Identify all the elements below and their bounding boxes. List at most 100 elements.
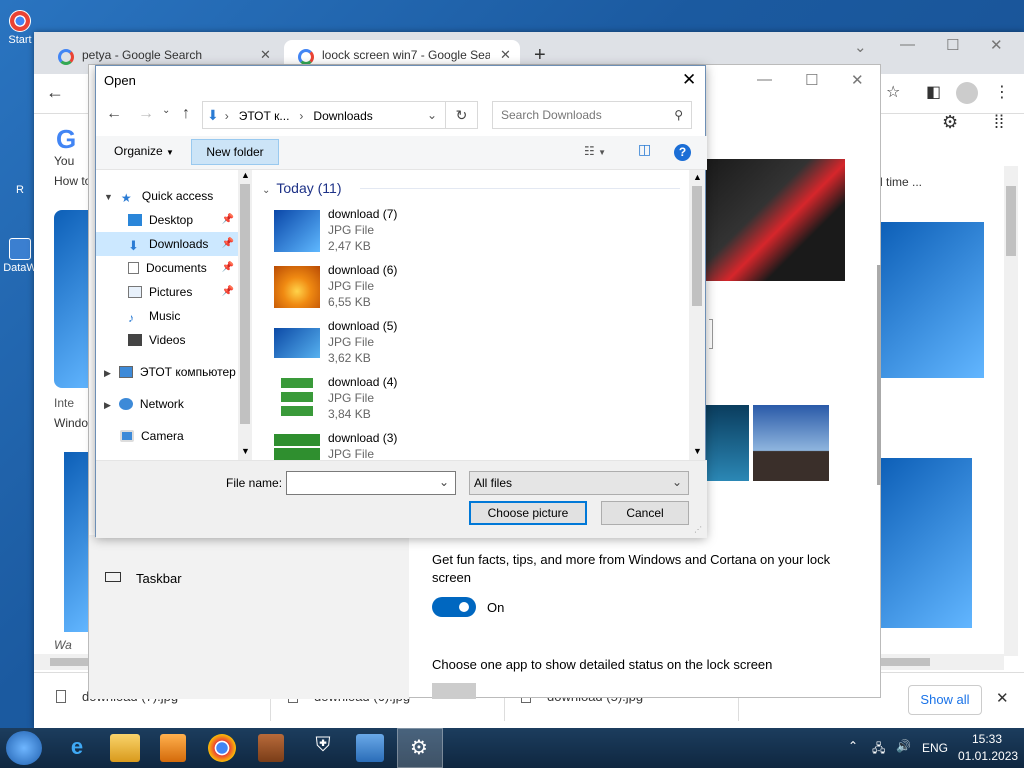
- profile-icon[interactable]: [956, 82, 978, 104]
- chevron-down-icon[interactable]: ⌄: [162, 105, 170, 116]
- menu-icon[interactable]: ⋮: [994, 82, 1010, 102]
- volume-icon[interactable]: 🔊: [896, 739, 911, 753]
- app-icon[interactable]: [258, 734, 284, 762]
- close-downloads-icon[interactable]: ✕: [996, 689, 1009, 707]
- background-thumb[interactable]: [753, 405, 829, 481]
- clock-time[interactable]: 15:33: [972, 732, 1002, 746]
- clock-date[interactable]: 01.01.2023: [958, 749, 1018, 763]
- file-item[interactable]: download (4) JPG File 3,84 KB: [274, 374, 574, 430]
- result-image[interactable]: [880, 222, 984, 378]
- chrome-icon[interactable]: [208, 734, 236, 762]
- settings-task[interactable]: ⚙: [397, 728, 443, 768]
- chevron-up-icon[interactable]: ▲: [241, 170, 250, 180]
- nav-pictures[interactable]: Pictures 📌: [96, 280, 238, 304]
- chevron-up-icon[interactable]: ▲: [693, 172, 702, 182]
- chevron-up-icon[interactable]: ⌃: [848, 739, 858, 753]
- bookmark-star-icon[interactable]: ☆: [886, 82, 900, 102]
- nav-this-pc[interactable]: ▶ ЭТОТ компьютер: [96, 360, 238, 384]
- result-image[interactable]: [64, 452, 88, 632]
- close-icon[interactable]: ✕: [682, 70, 696, 90]
- scrollbar-thumb[interactable]: [692, 186, 702, 306]
- close-icon[interactable]: ✕: [990, 36, 1003, 54]
- file-name-input[interactable]: ⌄: [286, 471, 456, 495]
- google-logo: G: [56, 124, 77, 154]
- nav-desktop[interactable]: Desktop 📌: [96, 208, 238, 232]
- cancel-button[interactable]: Cancel: [601, 501, 689, 525]
- choose-picture-button[interactable]: Choose picture: [469, 501, 587, 525]
- new-folder-button[interactable]: New folder: [191, 139, 279, 165]
- divider: [360, 188, 680, 189]
- breadcrumb-downloads[interactable]: Downloads: [313, 109, 372, 123]
- organize-button[interactable]: Organize ▼: [114, 144, 174, 158]
- nav-scrollbar[interactable]: ▲ ▼: [238, 170, 252, 460]
- media-player-icon[interactable]: [160, 734, 186, 762]
- nav-network[interactable]: ▶ Network: [96, 392, 238, 416]
- scrollbar-thumb[interactable]: [1006, 186, 1016, 256]
- show-all-button[interactable]: Show all: [908, 685, 982, 715]
- help-icon[interactable]: ?: [674, 144, 691, 161]
- preview-pane-icon[interactable]: ◫: [638, 141, 651, 158]
- file-item[interactable]: download (7) JPG File 2,47 KB: [274, 206, 574, 262]
- close-tab-icon[interactable]: ✕: [500, 47, 511, 63]
- settings-scrollbar[interactable]: [877, 265, 881, 485]
- view-options-icon[interactable]: ☷ ▼: [584, 144, 606, 158]
- nav-music[interactable]: ♪ Music: [96, 304, 238, 328]
- sidebar-icon[interactable]: ◧: [926, 82, 941, 102]
- chevron-down-icon[interactable]: ▼: [241, 446, 250, 456]
- maximize-icon[interactable]: ☐: [805, 71, 818, 89]
- apps-grid-icon[interactable]: ⁞⁞: [994, 112, 1004, 133]
- chevron-down-icon[interactable]: ⌄: [427, 102, 437, 128]
- control-panel-icon[interactable]: [356, 734, 384, 762]
- scrollbar-thumb[interactable]: [240, 184, 250, 424]
- page-scrollbar[interactable]: [1004, 166, 1018, 656]
- up-icon[interactable]: ↑: [182, 105, 190, 123]
- settings-gear-icon[interactable]: ⚙: [942, 112, 962, 132]
- image-thumbnail: [281, 378, 313, 420]
- pin-icon[interactable]: 📌: [222, 280, 234, 304]
- file-item[interactable]: download (3) JPG File: [274, 430, 574, 460]
- nav-quick-access[interactable]: ▼ ★ Quick access: [96, 184, 238, 208]
- dialog-title: Open: [104, 73, 136, 88]
- refresh-icon[interactable]: ↻: [446, 101, 478, 129]
- security-shield-icon[interactable]: ⛨: [308, 734, 338, 762]
- chevron-down-icon[interactable]: ⌄: [854, 38, 867, 56]
- fun-facts-toggle[interactable]: [432, 597, 476, 617]
- pin-icon[interactable]: 📌: [222, 256, 234, 280]
- back-icon[interactable]: ←: [46, 82, 64, 103]
- group-header[interactable]: ⌄ Today (11): [262, 180, 342, 196]
- left-snippet[interactable]: How to: [54, 174, 91, 188]
- explorer-icon[interactable]: [110, 734, 140, 762]
- nav-videos[interactable]: Videos: [96, 328, 238, 352]
- chevron-down-icon[interactable]: ▼: [693, 446, 702, 456]
- maximize-icon[interactable]: ☐: [946, 36, 959, 54]
- close-tab-icon[interactable]: ✕: [260, 47, 271, 63]
- file-item[interactable]: download (6) JPG File 6,55 KB: [274, 262, 574, 318]
- search-input[interactable]: Search Downloads ⚲: [492, 101, 692, 129]
- breadcrumb-computer[interactable]: ЭТОТ к...: [239, 109, 290, 123]
- close-icon[interactable]: ✕: [851, 71, 864, 89]
- network-icon[interactable]: 🖧: [872, 739, 885, 760]
- address-bar[interactable]: ⬇ › ЭТОТ к... › Downloads ⌄: [202, 101, 446, 129]
- nav-downloads[interactable]: ⬇ Downloads 📌: [96, 232, 238, 256]
- chevron-down-icon[interactable]: ⌄: [439, 475, 449, 489]
- back-icon[interactable]: ←: [106, 105, 122, 123]
- nav-documents[interactable]: Documents 📌: [96, 256, 238, 280]
- chevron-down-icon[interactable]: ⌄: [672, 475, 682, 489]
- star-icon: ★: [120, 191, 132, 205]
- file-scrollbar[interactable]: ▲ ▼: [689, 170, 705, 460]
- app-picker-button[interactable]: [432, 683, 476, 699]
- file-type-filter[interactable]: All files ⌄: [469, 471, 689, 495]
- ie-icon[interactable]: e: [62, 734, 92, 762]
- nav-camera[interactable]: Camera: [96, 424, 238, 448]
- start-button[interactable]: [6, 731, 42, 765]
- file-item[interactable]: download (5) JPG File 3,62 KB: [274, 318, 574, 374]
- sidebar-item-taskbar[interactable]: Taskbar: [136, 571, 182, 586]
- resize-grip[interactable]: ⋰: [694, 525, 702, 534]
- result-image[interactable]: [880, 458, 972, 628]
- minimize-icon[interactable]: —: [900, 36, 915, 53]
- pin-icon[interactable]: 📌: [222, 208, 234, 232]
- minimize-icon[interactable]: —: [757, 71, 772, 88]
- language-indicator[interactable]: ENG: [922, 741, 948, 755]
- forward-icon[interactable]: →: [138, 105, 154, 123]
- pin-icon[interactable]: 📌: [222, 232, 234, 256]
